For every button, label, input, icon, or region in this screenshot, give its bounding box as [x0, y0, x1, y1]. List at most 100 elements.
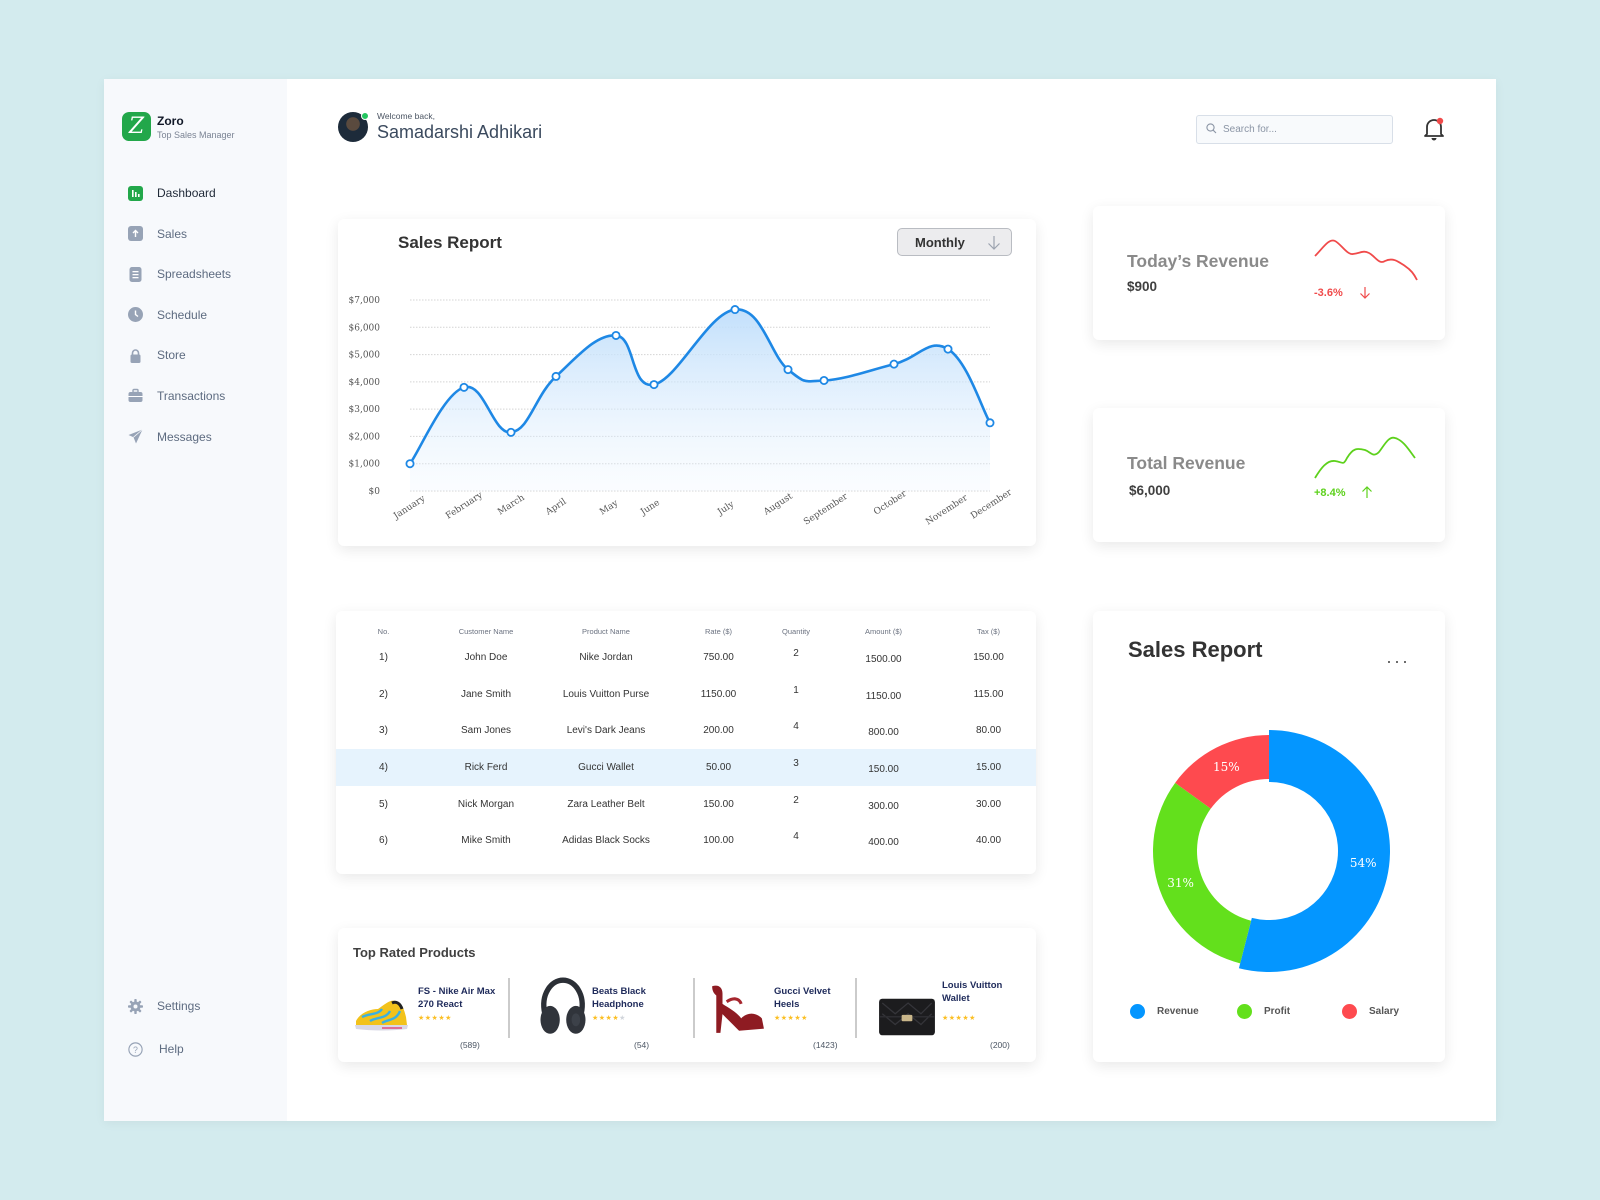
heels-image — [712, 985, 764, 1033]
sidebar-item-sales[interactable]: Sales — [128, 224, 231, 244]
user-name: Samadarshi Adhikari — [377, 122, 543, 142]
sidebar-item-label: Store — [157, 348, 186, 363]
top-rated-products-card: Top Rated Products FS - Nike Air Max 270… — [338, 928, 1036, 1062]
search-box[interactable] — [1196, 115, 1393, 144]
todays-revenue-title: Today’s Revenue — [1127, 251, 1269, 271]
product-review-count: (200) — [990, 1040, 1010, 1050]
legend-item-salary: Salary — [1342, 1004, 1399, 1019]
legend-dot — [1237, 1004, 1252, 1019]
table-cell: 1150.00 — [700, 688, 737, 700]
sidebar-item-schedule[interactable]: Schedule — [128, 305, 231, 325]
x-tick-label: February — [444, 490, 485, 522]
dashboard-window: Z Zoro Top Sales Manager Dashboard Sales — [104, 79, 1496, 1121]
table-cell: 1500.00 — [865, 653, 902, 665]
brand-subtitle: Top Sales Manager — [157, 129, 235, 140]
y-tick-label: $4,000 — [349, 378, 381, 388]
table-row[interactable]: 5) Nick Morgan Zara Leather Belt 150.00 2 300… — [336, 786, 1036, 823]
legend-label: Revenue — [1157, 1006, 1199, 1017]
sidebar-item-dashboard[interactable]: Dashboard — [128, 183, 231, 203]
table-cell: 15.00 — [941, 749, 1036, 786]
table-cell: Adidas Black Socks — [562, 835, 650, 847]
donut-label: 31% — [1167, 876, 1194, 890]
table-row[interactable]: 4) Rick Ferd Gucci Wallet 50.00 3 150.00 15.00 — [336, 749, 1036, 786]
table-cell: 1 — [793, 684, 799, 696]
welcome-text: Welcome back, — [377, 111, 435, 121]
product-item[interactable]: FS - Nike Air Max 270 React ★★★★★ — [352, 977, 502, 1049]
legend-item-profit: Profit — [1237, 1004, 1290, 1019]
data-point — [730, 305, 740, 315]
legend-label: Profit — [1264, 1006, 1291, 1017]
y-tick-label: $1,000 — [349, 460, 381, 470]
table-cell: 6) — [379, 835, 388, 847]
product-item[interactable]: Beats Black Headphone ★★★★★ — [534, 977, 684, 1049]
donut-label: 54% — [1350, 856, 1377, 870]
sidebar-item-settings[interactable]: Settings — [128, 996, 200, 1016]
sidebar: Z Zoro Top Sales Manager Dashboard Sales — [104, 79, 287, 1121]
avatar[interactable] — [338, 112, 369, 142]
sales-report-card: Sales Report Monthly $0 $1,000 $2,000 $3,00… — [338, 219, 1036, 546]
y-tick-label: $7,000 — [349, 296, 381, 306]
sidebar-item-messages[interactable]: Messages — [128, 427, 231, 447]
table-cell: John Doe — [464, 651, 508, 663]
sidebar-item-label: Spreadsheets — [157, 267, 232, 282]
svg-text:?: ? — [133, 1044, 138, 1054]
sidebar-item-transactions[interactable]: Transactions — [128, 386, 231, 406]
table-row[interactable]: 6) Mike Smith Adidas Black Socks 100.00 4 400… — [336, 822, 1036, 859]
y-tick-label: $6,000 — [349, 323, 381, 333]
bell-icon — [1424, 117, 1444, 141]
x-tick-label: May — [598, 498, 621, 518]
todays-revenue-change: -3.6% — [1314, 287, 1343, 299]
table-row[interactable]: 3) Sam Jones Levi's Dark Jeans 200.00 4 800.0… — [336, 712, 1036, 749]
table-cell: 2 — [793, 794, 799, 806]
sidebar-nav: Dashboard Sales Spreadsheets Schedule St… — [128, 183, 231, 467]
x-tick-label: September — [802, 491, 850, 527]
sneaker-image — [355, 1000, 408, 1031]
x-tick-label: March — [496, 493, 527, 518]
sidebar-bottom-nav: Settings ? Help — [128, 996, 200, 1082]
donut-chart: 54% 31% 15% — [1153, 730, 1391, 972]
table-cell: 150.00 — [703, 798, 734, 810]
product-rating-stars: ★★★★★ — [774, 1015, 808, 1022]
table-cell: 4 — [793, 831, 799, 843]
product-item[interactable]: Gucci Velvet Heels ★★★★★ — [708, 977, 858, 1049]
notification-button[interactable] — [1423, 117, 1445, 141]
donut-title: Sales Report — [1128, 637, 1263, 662]
sidebar-item-store[interactable]: Store — [128, 345, 231, 365]
sidebar-item-help[interactable]: ? Help — [128, 1039, 200, 1059]
donut-label: 15% — [1213, 760, 1240, 774]
table-row[interactable]: 1) John Doe Nike Jordan 750.00 2 1500.00 150.0… — [336, 639, 1036, 676]
arrow-up-icon — [1362, 486, 1372, 498]
data-point — [506, 427, 516, 437]
x-tick-label: August — [761, 491, 795, 518]
table-cell: 115.00 — [973, 688, 1004, 700]
data-point — [649, 380, 659, 390]
column-header: Rate ($) — [704, 626, 733, 636]
sidebar-item-label: Messages — [157, 429, 212, 444]
data-point — [783, 365, 793, 375]
table-cell: 2 — [793, 648, 799, 659]
todays-revenue-card: Today’s Revenue $900 -3.6% — [1093, 206, 1445, 340]
more-options-button[interactable]: ··· — [1386, 651, 1410, 672]
table-cell: 150.00 — [973, 651, 1004, 663]
search-input[interactable] — [1223, 124, 1383, 135]
sidebar-item-label: Transactions — [157, 388, 226, 403]
table-row[interactable]: 2) Jane Smith Louis Vuitton Purse 1150.00 1 1… — [336, 676, 1036, 713]
table-cell: 1) — [379, 651, 388, 663]
total-revenue-value: $6,000 — [1129, 483, 1171, 498]
gear-icon — [128, 998, 143, 1014]
sidebar-item-label: Dashboard — [157, 186, 216, 200]
table-cell: Sam Jones — [460, 725, 512, 737]
sidebar-item-spreadsheets[interactable]: Spreadsheets — [128, 264, 231, 284]
total-revenue-change: +8.4% — [1314, 487, 1346, 499]
product-item[interactable]: Louis Vuitton Wallet ★★★★★ — [878, 977, 1028, 1049]
table-cell: 4) — [336, 749, 431, 786]
table-cell: 200.00 — [703, 725, 734, 737]
table-cell: 100.00 — [703, 835, 734, 847]
x-tick-label: July — [715, 499, 737, 518]
total-revenue-sparkline — [1314, 436, 1416, 479]
table-header-row: No. Customer Name Product Name Rate ($) Quan… — [336, 623, 1036, 639]
column-header: Customer Name — [458, 626, 514, 636]
data-point — [819, 375, 829, 385]
product-divider — [855, 978, 857, 1038]
product-rating-stars: ★★★★★ — [942, 1015, 976, 1022]
